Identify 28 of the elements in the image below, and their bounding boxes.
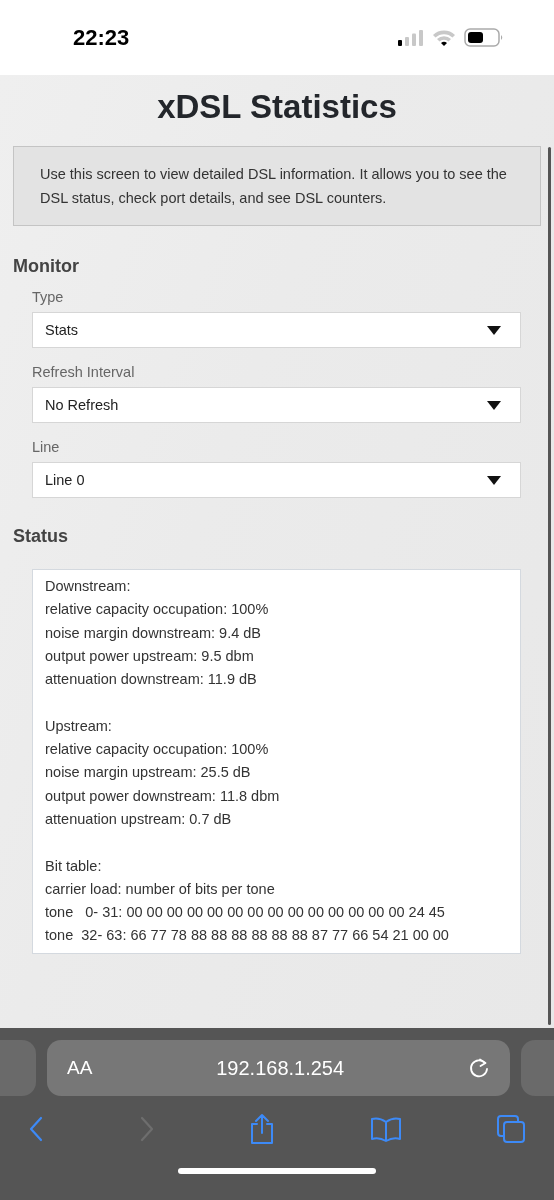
info-box: Use this screen to view detailed DSL information. It allows you to see the DSL status, check port details, and see DSL counters. <box>13 146 541 226</box>
status-text: Bit table: carrier load: number of bits per tone tone 0- 31: 00 00 00 00 00 00 00 00 00 00 00 00 00 00 24 45 tone 32- 63: 66 77 78 88 88 88 88 88 88 87 77 66 54 21 00 00 <box>45 856 450 946</box>
dropdown-caret-icon <box>487 475 501 485</box>
dropdown-caret-icon <box>487 325 501 335</box>
address-bar[interactable]: AA 192.168.1.254 <box>47 1040 510 1096</box>
text-size-button[interactable]: AA <box>67 1057 93 1079</box>
section-heading: Monitor <box>13 256 80 277</box>
signal-icon <box>398 29 424 46</box>
tabs-icon[interactable] <box>496 1114 526 1144</box>
status-text: Downstream: relative capacity occupation: 100% noise margin downstream: 9.4 dB output power upstream: 9.5 dbm attenuation downstream: 11.9 dB <box>45 577 270 690</box>
field-label: Line <box>32 439 61 455</box>
dropdown-caret-icon <box>487 400 501 410</box>
book-icon[interactable] <box>369 1116 402 1142</box>
status-text: Upstream: relative capacity occupation: 100% noise margin upstream: 25.5 dB output power downstream: 11.8 dbm attenuation upstream: 0.7 dB <box>45 716 281 829</box>
page-title: xDSL Statistics <box>156 87 398 127</box>
back-icon[interactable] <box>28 1116 44 1142</box>
status-time: 22:23 <box>73 25 130 51</box>
reload-icon[interactable] <box>468 1057 490 1079</box>
field-label: Refresh Interval <box>32 364 136 380</box>
dropdown[interactable]: No Refresh <box>32 387 521 423</box>
dropdown[interactable]: Stats <box>32 312 521 348</box>
battery-icon <box>464 28 504 47</box>
status-text-area[interactable] <box>32 569 521 954</box>
share-icon[interactable] <box>249 1113 275 1145</box>
dropdown[interactable]: Line 0 <box>32 462 521 498</box>
section-heading: Status <box>13 526 69 547</box>
field-label: Type <box>32 289 65 305</box>
wifi-icon <box>432 29 456 46</box>
